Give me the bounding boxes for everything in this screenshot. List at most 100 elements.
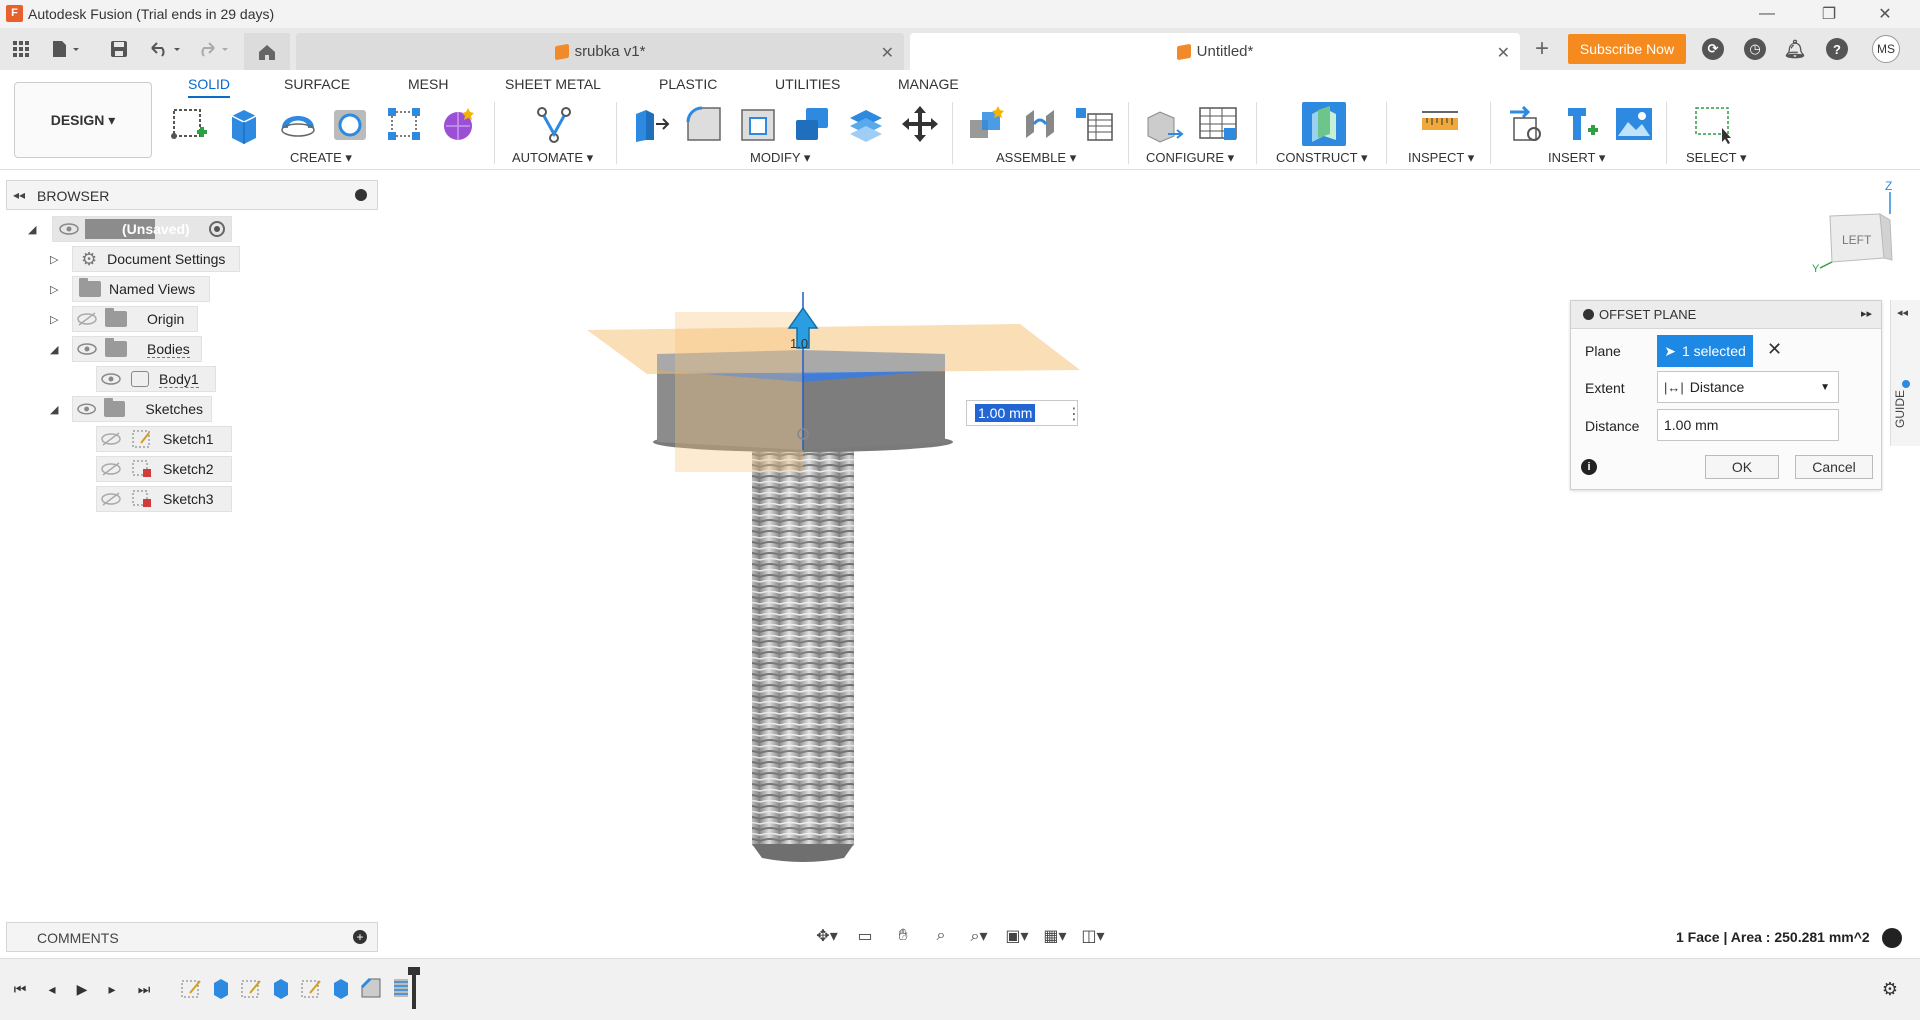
job-status-icon[interactable]: ◷ <box>1744 38 1766 60</box>
tab-srubka[interactable]: srubka v1* ✕ <box>296 33 904 70</box>
timeline-sketch-icon[interactable] <box>240 977 262 999</box>
insert-canvas-icon[interactable] <box>1612 102 1656 146</box>
tab-manage[interactable]: MANAGE <box>898 74 959 98</box>
eye-visibility-icon[interactable] <box>77 402 96 416</box>
tree-origin[interactable]: Origin <box>72 306 198 332</box>
fillet-icon[interactable] <box>682 102 726 146</box>
notifications-bell-icon[interactable]: 🔔︎ <box>1784 38 1807 60</box>
look-at-icon[interactable]: ▭ <box>848 922 882 950</box>
eye-visibility-icon[interactable] <box>101 372 121 386</box>
shell-icon[interactable] <box>736 102 780 146</box>
timeline-marker-handle[interactable] <box>408 967 420 975</box>
tab-solid[interactable]: SOLID <box>188 74 231 98</box>
info-icon[interactable]: i <box>1581 459 1597 475</box>
move-copy-icon[interactable] <box>898 102 942 146</box>
tree-sketch3[interactable]: Sketch3 <box>96 486 232 512</box>
timeline-sketch-icon[interactable] <box>180 977 202 999</box>
close-tab-icon[interactable]: ✕ <box>1497 43 1510 63</box>
orbit-icon[interactable]: ✥▾ <box>810 922 844 950</box>
tree-root-unsaved[interactable]: (Unsaved) <box>52 216 232 242</box>
inline-distance-box[interactable]: 1.00 mm <box>966 400 1078 426</box>
step-back-icon[interactable]: ◂ <box>42 979 62 999</box>
apps-grid-icon[interactable] <box>8 34 34 64</box>
add-comment-icon[interactable]: + <box>353 930 367 944</box>
tree-document-settings[interactable]: ⚙ Document Settings <box>72 246 240 272</box>
home-icon[interactable] <box>244 33 290 70</box>
user-avatar[interactable]: MS <box>1872 35 1900 63</box>
new-component-icon[interactable] <box>964 102 1008 146</box>
extent-select[interactable]: |↔| Distance ▼ <box>1657 371 1839 403</box>
tree-body1[interactable]: Body1 <box>96 366 216 392</box>
hole-icon[interactable] <box>328 102 372 146</box>
joint-icon[interactable] <box>1018 102 1062 146</box>
grid-settings-icon[interactable]: ▦▾ <box>1038 922 1072 950</box>
measure-icon[interactable] <box>1418 102 1462 146</box>
insert-derive-icon[interactable] <box>1504 102 1548 146</box>
browser-minimize-icon[interactable] <box>355 189 367 201</box>
distance-field[interactable]: 1.00 mm <box>1657 409 1839 441</box>
help-icon[interactable]: ? <box>1826 38 1848 60</box>
create-form-icon[interactable] <box>436 102 480 146</box>
workspace-switcher-button[interactable]: DESIGN ▾ <box>14 82 152 158</box>
activate-radio-icon[interactable] <box>209 221 225 237</box>
pan-hand-icon[interactable]: ✋︎ <box>886 922 920 950</box>
offset-plane-icon[interactable] <box>1302 102 1346 146</box>
tab-utilities[interactable]: UTILITIES <box>775 74 840 98</box>
combine-icon[interactable] <box>790 102 834 146</box>
select-menu[interactable]: SELECT ▾ <box>1686 150 1746 166</box>
model-canvas[interactable]: 1.0 LEFT Z Y <box>380 172 1920 932</box>
expand-caret-icon[interactable]: ▷ <box>50 253 62 266</box>
online-status-icon[interactable]: ⟳ <box>1702 38 1724 60</box>
dialog-collapse-icon[interactable] <box>1583 309 1594 320</box>
timeline-extrude-icon[interactable] <box>330 977 352 999</box>
ok-button[interactable]: OK <box>1705 455 1779 479</box>
insert-mcmaster-icon[interactable] <box>1558 102 1602 146</box>
tree-bodies[interactable]: Bodies <box>72 336 202 362</box>
timeline-extrude-icon[interactable] <box>210 977 232 999</box>
collapse-caret-icon[interactable]: ◢ <box>50 343 62 356</box>
fit-zoom-icon[interactable]: ⌕▾ <box>962 922 996 950</box>
timeline-marker[interactable] <box>412 969 416 1009</box>
hex-head-right-face[interactable] <box>803 370 945 450</box>
tree-named-views[interactable]: Named Views <box>72 276 210 302</box>
configuration-table-icon[interactable] <box>1196 102 1240 146</box>
assemble-menu[interactable]: ASSEMBLE ▾ <box>996 150 1076 166</box>
save-icon[interactable] <box>106 34 132 64</box>
file-menu-icon[interactable] <box>48 34 84 64</box>
tab-untitled[interactable]: Untitled* ✕ <box>910 33 1520 70</box>
collapse-panel-icon[interactable]: ◂◂ <box>13 188 25 202</box>
marking-menu-icon[interactable] <box>1882 928 1902 948</box>
guide-panel[interactable]: ◂◂ GUIDE <box>1890 300 1920 446</box>
insert-menu[interactable]: INSERT ▾ <box>1548 150 1605 166</box>
tree-sketch1[interactable]: Sketch1 <box>96 426 232 452</box>
go-to-start-icon[interactable]: ⏮ <box>10 979 30 999</box>
close-window-button[interactable]: ✕ <box>1862 0 1908 28</box>
expand-caret-icon[interactable]: ▷ <box>50 313 62 326</box>
revolve-icon[interactable] <box>276 102 320 146</box>
extrude-icon[interactable] <box>222 102 266 146</box>
tab-sheet-metal[interactable]: SHEET METAL <box>505 74 601 98</box>
play-icon[interactable]: ▶ <box>72 979 92 999</box>
inline-options-icon[interactable]: ⋮ <box>1066 404 1082 424</box>
close-tab-icon[interactable]: ✕ <box>881 43 894 63</box>
timeline-chamfer-icon[interactable] <box>360 977 382 999</box>
subscribe-button[interactable]: Subscribe Now <box>1568 34 1686 64</box>
undo-icon[interactable] <box>146 34 186 64</box>
pattern-icon[interactable] <box>382 102 426 146</box>
inline-distance-input[interactable]: 1.00 mm <box>975 404 1036 422</box>
eye-visibility-icon[interactable] <box>77 342 97 356</box>
guide-label[interactable]: GUIDE <box>1893 390 1907 428</box>
eye-hidden-icon[interactable] <box>77 312 97 326</box>
timeline-extrude-icon[interactable] <box>270 977 292 999</box>
create-sketch-icon[interactable] <box>168 102 212 146</box>
inspect-menu[interactable]: INSPECT ▾ <box>1408 150 1474 166</box>
eye-visibility-icon[interactable] <box>59 222 79 236</box>
select-window-icon[interactable] <box>1692 102 1736 146</box>
eye-hidden-icon[interactable] <box>101 462 121 476</box>
eye-hidden-icon[interactable] <box>101 432 121 446</box>
cancel-button[interactable]: Cancel <box>1795 455 1873 479</box>
configure-icon[interactable] <box>1142 102 1186 146</box>
3d-viewport[interactable]: 1.0 LEFT Z Y 1.00 mm ⋮ ◂◂ GUIDE <box>380 172 1920 932</box>
tab-surface[interactable]: SURFACE <box>284 74 350 98</box>
step-forward-icon[interactable]: ▸ <box>102 979 122 999</box>
